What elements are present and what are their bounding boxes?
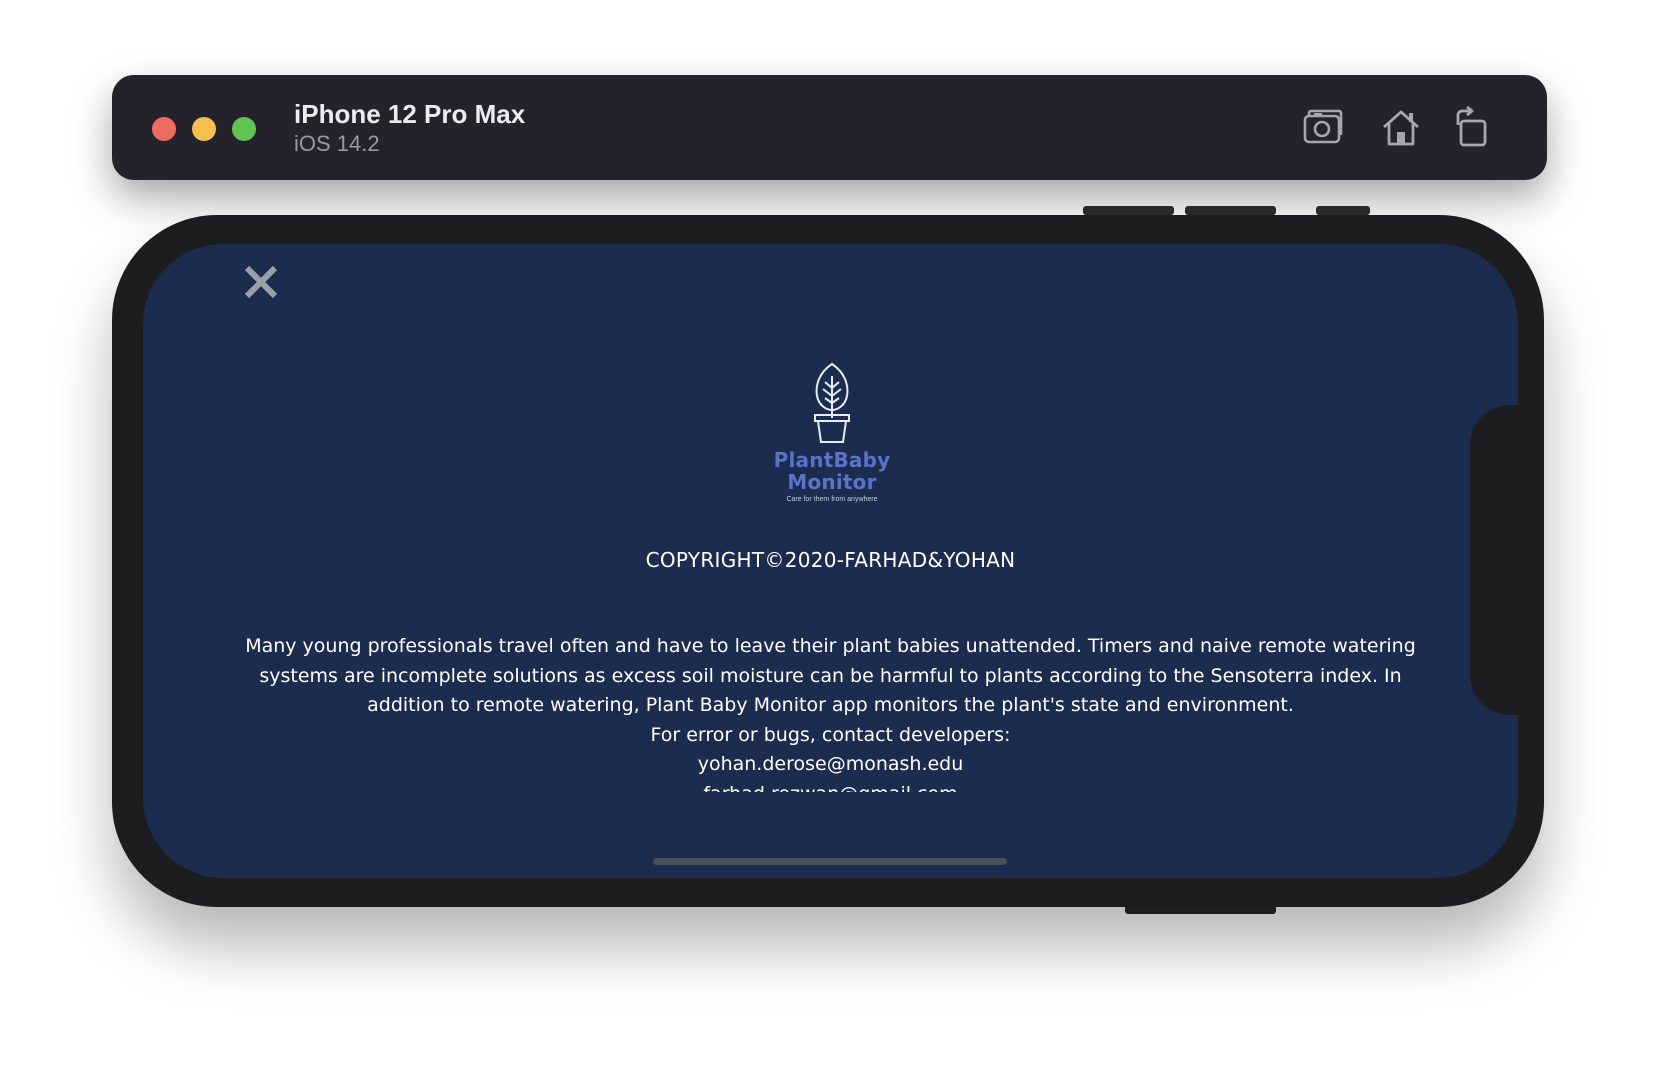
window-close-button[interactable]	[152, 117, 176, 141]
os-version: iOS 14.2	[294, 131, 380, 156]
home-icon[interactable]	[1378, 105, 1424, 151]
app-logo: PlantBaby Monitor Care for them from any…	[763, 362, 901, 503]
home-indicator[interactable]	[653, 858, 1007, 865]
volume-down-button	[1185, 206, 1276, 215]
simulator-stage: iPhone 12 Pro Max iOS 14.2 PlantBaby Mon…	[0, 0, 1658, 1070]
screenshot-icon[interactable]	[1300, 105, 1346, 151]
device-name: iPhone 12 Pro Max	[294, 99, 526, 129]
copyright-text: COPYRIGHT©2020-FARHAD&YOHAN	[645, 548, 1016, 572]
contact-email-farhad[interactable]: farhad.rezwan@gmail.com	[243, 780, 1418, 792]
about-description: Many young professionals travel often an…	[245, 635, 1416, 717]
window-minimize-button[interactable]	[192, 117, 216, 141]
close-icon[interactable]	[241, 262, 281, 302]
about-screen: PlantBaby Monitor Care for them from any…	[143, 244, 1518, 878]
contact-email-yohan[interactable]: yohan.derose@monash.edu	[243, 750, 1418, 780]
silent-switch	[1316, 206, 1370, 215]
logo-title-line2: Monitor	[787, 470, 877, 494]
rotate-icon[interactable]	[1450, 105, 1496, 151]
simulator-title-bar: iPhone 12 Pro Max iOS 14.2	[112, 75, 1547, 180]
sensor-notch	[1470, 405, 1520, 715]
about-scroll-area[interactable]: Many young professionals travel often an…	[243, 632, 1418, 792]
contact-heading: For error or bugs, contact developers:	[650, 723, 1011, 746]
logo-tagline: Care for them from anywhere	[786, 496, 878, 503]
volume-up-button	[1083, 206, 1174, 215]
about-text: Many young professionals travel often an…	[243, 632, 1418, 792]
logo-title-line1: PlantBaby	[773, 448, 891, 472]
plant-pot-icon	[814, 362, 850, 443]
window-zoom-button[interactable]	[232, 117, 256, 141]
